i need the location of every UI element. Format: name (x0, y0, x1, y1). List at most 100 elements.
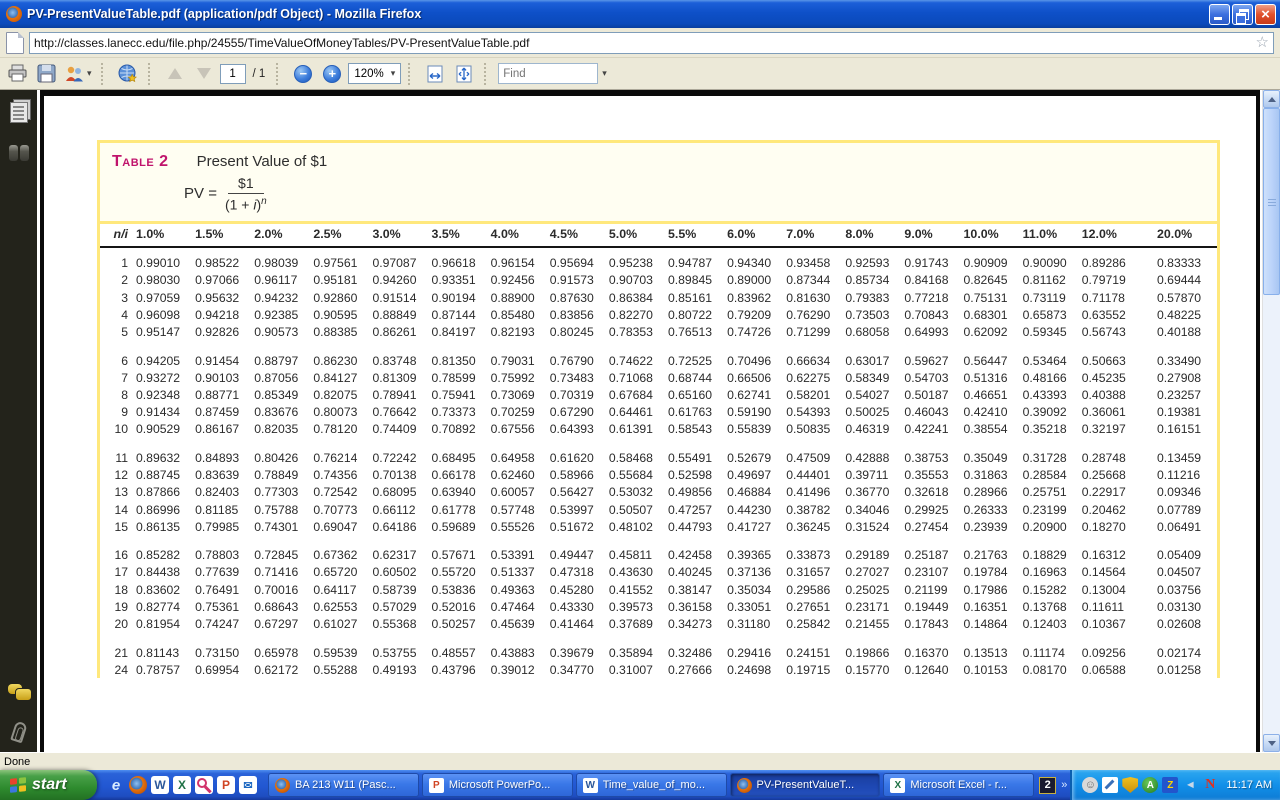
table-cell: 0.90090 (1017, 247, 1076, 272)
table-cell: 0.81954 (130, 615, 189, 644)
table-cell: 0.43330 (544, 598, 603, 615)
bookmark-star-icon[interactable]: ☆ (1256, 35, 1269, 50)
outlook-icon[interactable]: ✉ (239, 776, 257, 794)
find-box[interactable] (498, 63, 598, 84)
table-cell: 0.52679 (721, 449, 780, 466)
ie-icon[interactable]: e (107, 776, 125, 794)
table-cell: 0.25187 (898, 547, 957, 564)
messenger-icon[interactable]: ☺ (1082, 777, 1098, 793)
zoom-out-button[interactable]: − (290, 61, 316, 87)
next-page-button[interactable] (191, 61, 217, 87)
table-cell: 0.59190 (721, 404, 780, 421)
task-button[interactable]: BA 213 W11 (Pasc... (268, 773, 419, 797)
scrollbar-thumb[interactable] (1263, 108, 1280, 295)
table-cell: 0.79209 (721, 306, 780, 323)
find-input[interactable] (503, 68, 593, 80)
table-cell: 0.73503 (839, 306, 898, 323)
pages-panel-icon[interactable] (10, 102, 28, 123)
minimize-button[interactable] (1209, 4, 1230, 25)
table-row: 90.914340.874590.836760.800730.766420.73… (100, 404, 1217, 421)
taskbar-badge-2[interactable]: 2 (1039, 777, 1056, 794)
powerpoint-icon[interactable]: P (217, 776, 235, 794)
zoom-in-button[interactable]: + (319, 61, 345, 87)
table-cell: 0.62553 (307, 598, 366, 615)
table-row: 110.896320.848930.804260.762140.722420.6… (100, 449, 1217, 466)
page-number-input[interactable] (220, 64, 246, 84)
volume-icon[interactable]: ◄ (1182, 777, 1198, 793)
find-dropdown-caret[interactable]: ▾ (602, 68, 607, 79)
task-button[interactable]: PMicrosoft PowerPo... (422, 773, 573, 797)
wrench-icon[interactable] (1102, 777, 1118, 793)
table-cell: 0.46651 (958, 386, 1017, 403)
window-title: PV-PresentValueTable.pdf (application/pd… (27, 7, 1209, 21)
table-cell: 0.24698 (721, 661, 780, 678)
table-cell: 0.41552 (603, 581, 662, 598)
period-cell: 20 (100, 615, 130, 644)
create-pdf-online-button[interactable] (115, 61, 141, 87)
zonealarm-icon[interactable]: Z (1162, 777, 1178, 793)
table-cell: 0.90703 (603, 272, 662, 289)
email-button[interactable]: ▾ (62, 61, 94, 87)
scrollbar-track[interactable] (1263, 108, 1280, 734)
fit-width-button[interactable] (422, 61, 448, 87)
table-cell: 0.40388 (1076, 386, 1135, 403)
start-button[interactable]: start (0, 770, 97, 800)
table-cell: 0.74301 (248, 518, 307, 547)
table-cell: 0.42241 (898, 421, 957, 450)
period-cell: 15 (100, 518, 130, 547)
table-cell: 0.76513 (662, 323, 721, 352)
previous-page-button[interactable] (162, 61, 188, 87)
column-header: 4.5% (544, 226, 603, 248)
norton-icon[interactable]: N (1202, 777, 1218, 793)
key-icon[interactable] (195, 776, 213, 794)
table-cell: 0.81630 (780, 289, 839, 306)
scroll-up-button[interactable] (1263, 90, 1280, 108)
scroll-down-button[interactable] (1263, 734, 1280, 752)
taskbar-chevron-icon[interactable]: » (1061, 779, 1067, 791)
table-cell: 0.11216 (1135, 467, 1217, 484)
table-cell: 0.64461 (603, 404, 662, 421)
table-row: 120.887450.836390.788490.743560.701380.6… (100, 467, 1217, 484)
email-dropdown-caret[interactable]: ▾ (87, 68, 92, 79)
firefox-icon[interactable] (129, 776, 147, 794)
excel-icon[interactable]: X (173, 776, 191, 794)
table-cell: 0.59627 (898, 352, 957, 369)
antivirus-icon[interactable]: A (1142, 777, 1158, 793)
shield-icon[interactable] (1122, 777, 1138, 793)
vertical-scrollbar[interactable] (1262, 90, 1280, 752)
address-bar[interactable]: ☆ (29, 32, 1274, 54)
task-button[interactable]: PV-PresentValueT... (730, 773, 881, 797)
table-cell: 0.04507 (1135, 564, 1217, 581)
table-cell: 0.56743 (1076, 323, 1135, 352)
url-input[interactable] (34, 36, 1256, 50)
table-cell: 0.41727 (721, 518, 780, 547)
comments-panel-icon[interactable] (8, 684, 30, 700)
table-cell: 0.68095 (366, 484, 425, 501)
column-header: 1.5% (189, 226, 248, 248)
status-text: Done (4, 756, 30, 768)
save-button[interactable] (33, 61, 59, 87)
word-icon[interactable]: W (151, 776, 169, 794)
fit-page-button[interactable] (451, 61, 477, 87)
table-cell: 0.88745 (130, 467, 189, 484)
task-button[interactable]: WTime_value_of_mo... (576, 773, 727, 797)
restore-button[interactable] (1232, 4, 1253, 25)
attachments-paperclip-icon[interactable] (10, 721, 28, 744)
search-binoculars-icon[interactable] (8, 145, 30, 161)
table-cell: 0.83676 (248, 404, 307, 421)
toolbar-separator (148, 63, 155, 85)
zoom-level-select[interactable]: 120% ▾ (348, 63, 401, 84)
table-cell: 0.73373 (426, 404, 485, 421)
column-header: 3.0% (366, 226, 425, 248)
table-cell: 0.51316 (958, 369, 1017, 386)
table-cell: 0.81162 (1017, 272, 1076, 289)
close-button[interactable] (1255, 4, 1276, 25)
table-cell: 0.02608 (1135, 615, 1217, 644)
task-button[interactable]: XMicrosoft Excel - r... (883, 773, 1034, 797)
table-cell: 0.80426 (248, 449, 307, 466)
table-cell: 0.11174 (1017, 644, 1076, 661)
table-cell: 0.79719 (1076, 272, 1135, 289)
table-cell: 0.87630 (544, 289, 603, 306)
print-button[interactable] (4, 61, 30, 87)
table-cell: 0.32486 (662, 644, 721, 661)
